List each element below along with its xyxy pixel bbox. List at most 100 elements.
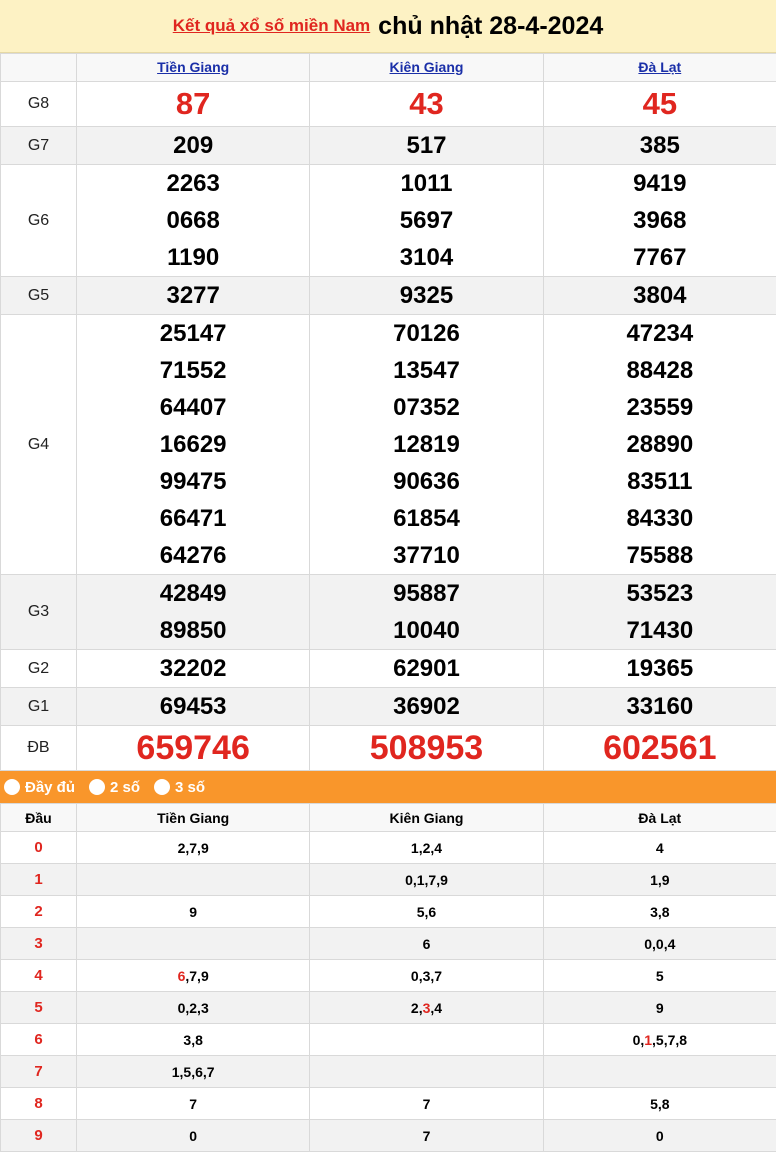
- loto-cell: 6,7,9: [75, 959, 311, 992]
- prize-label: G3: [0, 574, 77, 650]
- radio-icon[interactable]: [4, 779, 20, 795]
- prize-row: G7 209 517 385: [0, 126, 776, 165]
- radio-icon[interactable]: [154, 779, 171, 795]
- loto-row: 8 7 7 5,8: [0, 1087, 776, 1120]
- draw-date: chủ nhật 28-4-2024: [378, 11, 604, 40]
- loto-digits: 0,: [632, 1031, 645, 1048]
- province-cell: Đà Lạt: [542, 53, 776, 82]
- prize-number: 1011: [400, 170, 453, 197]
- prize-row: G2 32202 62901 19365: [0, 649, 776, 688]
- prize-row: G3 42849 89850 95887 10040 53523 71430: [0, 574, 776, 650]
- loto-cell: 9: [75, 895, 311, 928]
- prize-number: 89850: [159, 617, 227, 644]
- prize-number: 64407: [159, 394, 227, 421]
- results-table: Tiền Giang Kiên Giang Đà Lạt G8 87 43 45 G7 209 5…: [0, 53, 776, 771]
- prize-number: 53523: [626, 580, 694, 607]
- filter-2-digits[interactable]: 2 số: [89, 779, 140, 796]
- prize-number: 508953: [369, 729, 484, 767]
- prize-label: G5: [0, 276, 77, 315]
- prize-row: G1 69453 36902 33160: [0, 687, 776, 726]
- filter-full[interactable]: Đầy đủ: [4, 779, 75, 796]
- loto-digits: 1,2,4: [410, 839, 443, 856]
- loto-row: 9 0 7 0: [0, 1119, 776, 1152]
- prize-number: 69453: [159, 693, 227, 720]
- loto-digits: 7: [422, 1127, 431, 1144]
- loto-cell: 7: [309, 1087, 544, 1120]
- prize-cell: 602561: [542, 725, 776, 771]
- loto-digits: 1,9: [650, 871, 670, 888]
- prize-number: 07352: [393, 394, 460, 421]
- dau-digit: 4: [0, 959, 77, 992]
- prize-number: 659746: [136, 729, 250, 767]
- dau-digit: 3: [0, 927, 77, 960]
- filter-3-digits[interactable]: 3 số: [154, 779, 205, 796]
- prize-number: 209: [173, 132, 214, 159]
- dau-digit: 7: [0, 1055, 77, 1088]
- dau-digit: 5: [0, 991, 77, 1024]
- prize-cell: 33160: [542, 687, 776, 726]
- prize-number: 43: [409, 86, 444, 121]
- loto-digits: 0,0,4: [644, 935, 676, 952]
- province-link[interactable]: Tiền Giang: [157, 59, 229, 75]
- prize-cell: 87: [75, 81, 311, 127]
- loto-digits: ,4: [430, 999, 443, 1016]
- prize-number: 385: [639, 132, 680, 159]
- loto-digits: 6: [422, 935, 431, 952]
- prize-number: 9419: [633, 170, 687, 197]
- prize-row: G8 87 43 45: [0, 81, 776, 127]
- results-link[interactable]: Kết quả xổ số miền Nam: [173, 16, 370, 36]
- loto-row: 7 1,5,6,7: [0, 1055, 776, 1088]
- prize-number: 1190: [167, 244, 220, 271]
- loto-cell: 2,7,9: [75, 831, 311, 864]
- loto-cell: 7: [75, 1087, 311, 1120]
- prize-cell: 53523 71430: [542, 574, 776, 650]
- prize-number: 12819: [393, 431, 460, 458]
- loto-row: 5 0,2,3 2,3,4 9: [0, 991, 776, 1024]
- loto-cell: 3,8: [542, 895, 776, 928]
- loto-digits: ,5,7,8: [652, 1031, 688, 1048]
- prize-number: 95887: [393, 580, 460, 607]
- loto-cell: 3,8: [75, 1023, 311, 1056]
- prize-number: 71430: [626, 617, 694, 644]
- prize-number: 25147: [159, 320, 227, 347]
- prize-number: 3277: [166, 282, 220, 309]
- province-link[interactable]: Kiên Giang: [390, 59, 464, 75]
- prize-cell: 9325: [309, 276, 544, 315]
- dau-digit: 2: [0, 895, 77, 928]
- radio-icon[interactable]: [89, 779, 106, 795]
- loto-cell: [309, 1055, 544, 1088]
- loto-row: 4 6,7,9 0,3,7 5: [0, 959, 776, 992]
- loto-table: Đầu Tiền Giang Kiên Giang Đà Lạt 0 2,7,9 1,2,4…: [0, 803, 776, 1152]
- prize-label: G4: [0, 314, 77, 575]
- prize-number: 13547: [393, 357, 460, 384]
- prize-number: 88428: [626, 357, 694, 384]
- prize-cell: 659746: [75, 725, 311, 771]
- loto-cell: 5,6: [309, 895, 544, 928]
- loto-digits: 2,: [410, 999, 423, 1016]
- prize-row: G6 2263 0668 1190 1011 5697 3104 9419 3968 7767: [0, 164, 776, 277]
- loto-cell: 0,2,3: [75, 991, 311, 1024]
- prize-number: 3804: [633, 282, 687, 309]
- prize-label: G2: [0, 649, 77, 688]
- prize-number: 517: [406, 132, 447, 159]
- loto-digits: 3,8: [650, 903, 670, 920]
- prize-cell: 70126 13547 07352 12819 90636 61854 37710: [309, 314, 544, 575]
- loto-cell: [542, 1055, 776, 1088]
- province-link[interactable]: Đà Lạt: [638, 59, 681, 75]
- loto-cell: 5: [542, 959, 776, 992]
- prize-cell: 95887 10040: [309, 574, 544, 650]
- loto-cell: 1,9: [542, 863, 776, 896]
- loto-cell: 0: [542, 1119, 776, 1152]
- prize-number: 90636: [393, 468, 460, 495]
- loto-cell: [309, 1023, 544, 1056]
- loto-cell: 0,3,7: [309, 959, 544, 992]
- loto-cell: 0: [75, 1119, 311, 1152]
- prize-label: G8: [0, 81, 77, 127]
- loto-digits: 3,8: [183, 1031, 203, 1048]
- prize-number: 10040: [393, 617, 460, 644]
- province-header-row: Tiền Giang Kiên Giang Đà Lạt: [0, 53, 776, 82]
- prize-number: 3104: [399, 244, 454, 271]
- prize-number: 83511: [627, 468, 693, 495]
- filter-bar: Đầy đủ 2 số 3 số: [0, 771, 776, 803]
- prize-cell: 62901: [309, 649, 544, 688]
